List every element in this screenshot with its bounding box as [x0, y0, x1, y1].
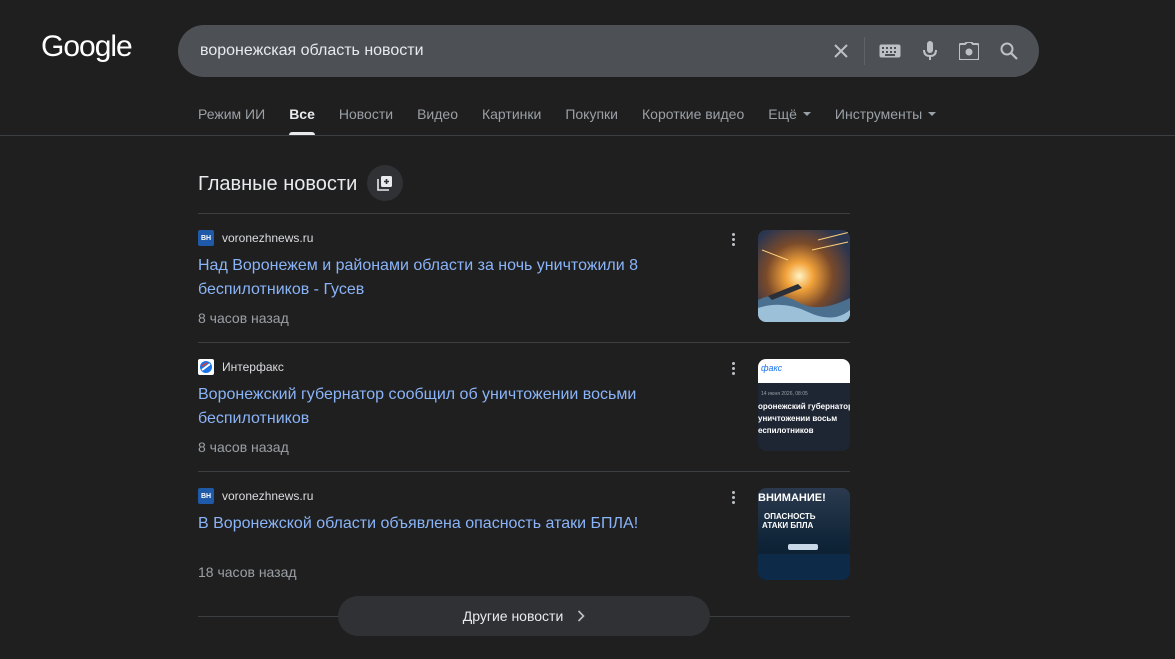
interfax-favicon [198, 359, 214, 375]
more-options-icon[interactable] [724, 230, 742, 248]
tab-images[interactable]: Картинки [482, 105, 541, 135]
thumb-line: уничтожении восьм [758, 414, 838, 423]
thumb-brand: факс [758, 359, 850, 383]
divider [198, 471, 850, 472]
tab-all[interactable]: Все [289, 105, 315, 135]
article-thumbnail[interactable] [758, 230, 850, 322]
article-source: ВН voronezhnews.ru [198, 230, 313, 246]
thumb-line: оронежский губернатор [758, 402, 850, 411]
divider [198, 213, 850, 214]
article-age: 8 часов назад [198, 439, 289, 455]
article-headline[interactable]: Над Воронежем и районами области за ночь… [198, 254, 698, 302]
microphone-icon[interactable] [915, 25, 945, 77]
thumb-line: АТАКИ БПЛА [762, 521, 814, 530]
more-news-label: Другие новости [462, 608, 564, 624]
source-name[interactable]: Интерфакс [222, 360, 284, 374]
article-source: ВН voronezhnews.ru [198, 488, 313, 504]
article-source: Интерфакс [198, 359, 284, 375]
caret-down-icon [928, 112, 937, 116]
tab-more[interactable]: Ещё [768, 105, 811, 135]
caret-down-icon [802, 112, 811, 116]
tab-news[interactable]: Новости [339, 105, 393, 135]
article-age: 18 часов назад [198, 564, 297, 580]
thumb-line: ВНИМАНИЕ! [758, 492, 826, 504]
news-article: ВН voronezhnews.ru Над Воронежем и район… [198, 230, 850, 340]
chevron-right-icon [578, 610, 585, 622]
tab-more-label: Ещё [768, 106, 797, 122]
article-age: 8 часов назад [198, 310, 289, 326]
google-logo[interactable]: Google [41, 30, 133, 64]
more-options-icon[interactable] [724, 359, 742, 377]
thumb-caption: оронежский губернатор уничтожении восьм … [758, 401, 850, 437]
lens-icon[interactable] [954, 25, 984, 77]
tab-shopping[interactable]: Покупки [565, 105, 618, 135]
news-article: Интерфакс Воронежский губернатор сообщил… [198, 359, 850, 469]
search-tabs: Режим ИИ Все Новости Видео Картинки Поку… [198, 105, 960, 135]
source-favicon: ВН [198, 488, 214, 504]
source-name[interactable]: voronezhnews.ru [222, 489, 313, 503]
clear-icon[interactable] [826, 25, 856, 77]
divider [198, 342, 850, 343]
tab-videos[interactable]: Видео [417, 105, 458, 135]
search-input[interactable]: воронежская область новости [200, 25, 424, 77]
thumb-boat [788, 544, 818, 550]
source-favicon: ВН [198, 230, 214, 246]
thumb-date: 14 июня 2026, 08:05 [761, 391, 808, 397]
thumb-line: ОПАСНОСТЬ [764, 512, 816, 521]
article-thumbnail[interactable]: ВНИМАНИЕ! ОПАСНОСТЬ АТАКИ БПЛА [758, 488, 850, 580]
tab-ai-mode[interactable]: Режим ИИ [198, 105, 265, 135]
tab-tools-label: Инструменты [834, 106, 923, 122]
search-box[interactable]: воронежская область новости [178, 25, 1039, 77]
news-article: ВН voronezhnews.ru В Воронежской области… [198, 488, 850, 598]
top-stories-title: Главные новости [198, 173, 358, 195]
header-divider [0, 135, 1175, 136]
more-news-button[interactable]: Другие новости [338, 596, 710, 636]
source-name[interactable]: voronezhnews.ru [222, 231, 313, 245]
search-divider [864, 37, 865, 65]
more-options-icon[interactable] [724, 488, 742, 506]
keyboard-icon[interactable] [875, 25, 905, 77]
search-icon[interactable] [994, 25, 1024, 77]
top-stories-icon[interactable] [367, 165, 403, 201]
article-thumbnail[interactable]: факс 14 июня 2026, 08:05 оронежский губе… [758, 359, 850, 451]
tab-short-videos[interactable]: Короткие видео [642, 105, 744, 135]
article-headline[interactable]: В Воронежской области объявлена опасност… [198, 512, 698, 536]
tab-tools[interactable]: Инструменты [834, 105, 937, 135]
article-headline[interactable]: Воронежский губернатор сообщил об уничто… [198, 383, 698, 431]
thumb-line: еспилотников [758, 426, 814, 435]
thumb-water [758, 554, 850, 580]
